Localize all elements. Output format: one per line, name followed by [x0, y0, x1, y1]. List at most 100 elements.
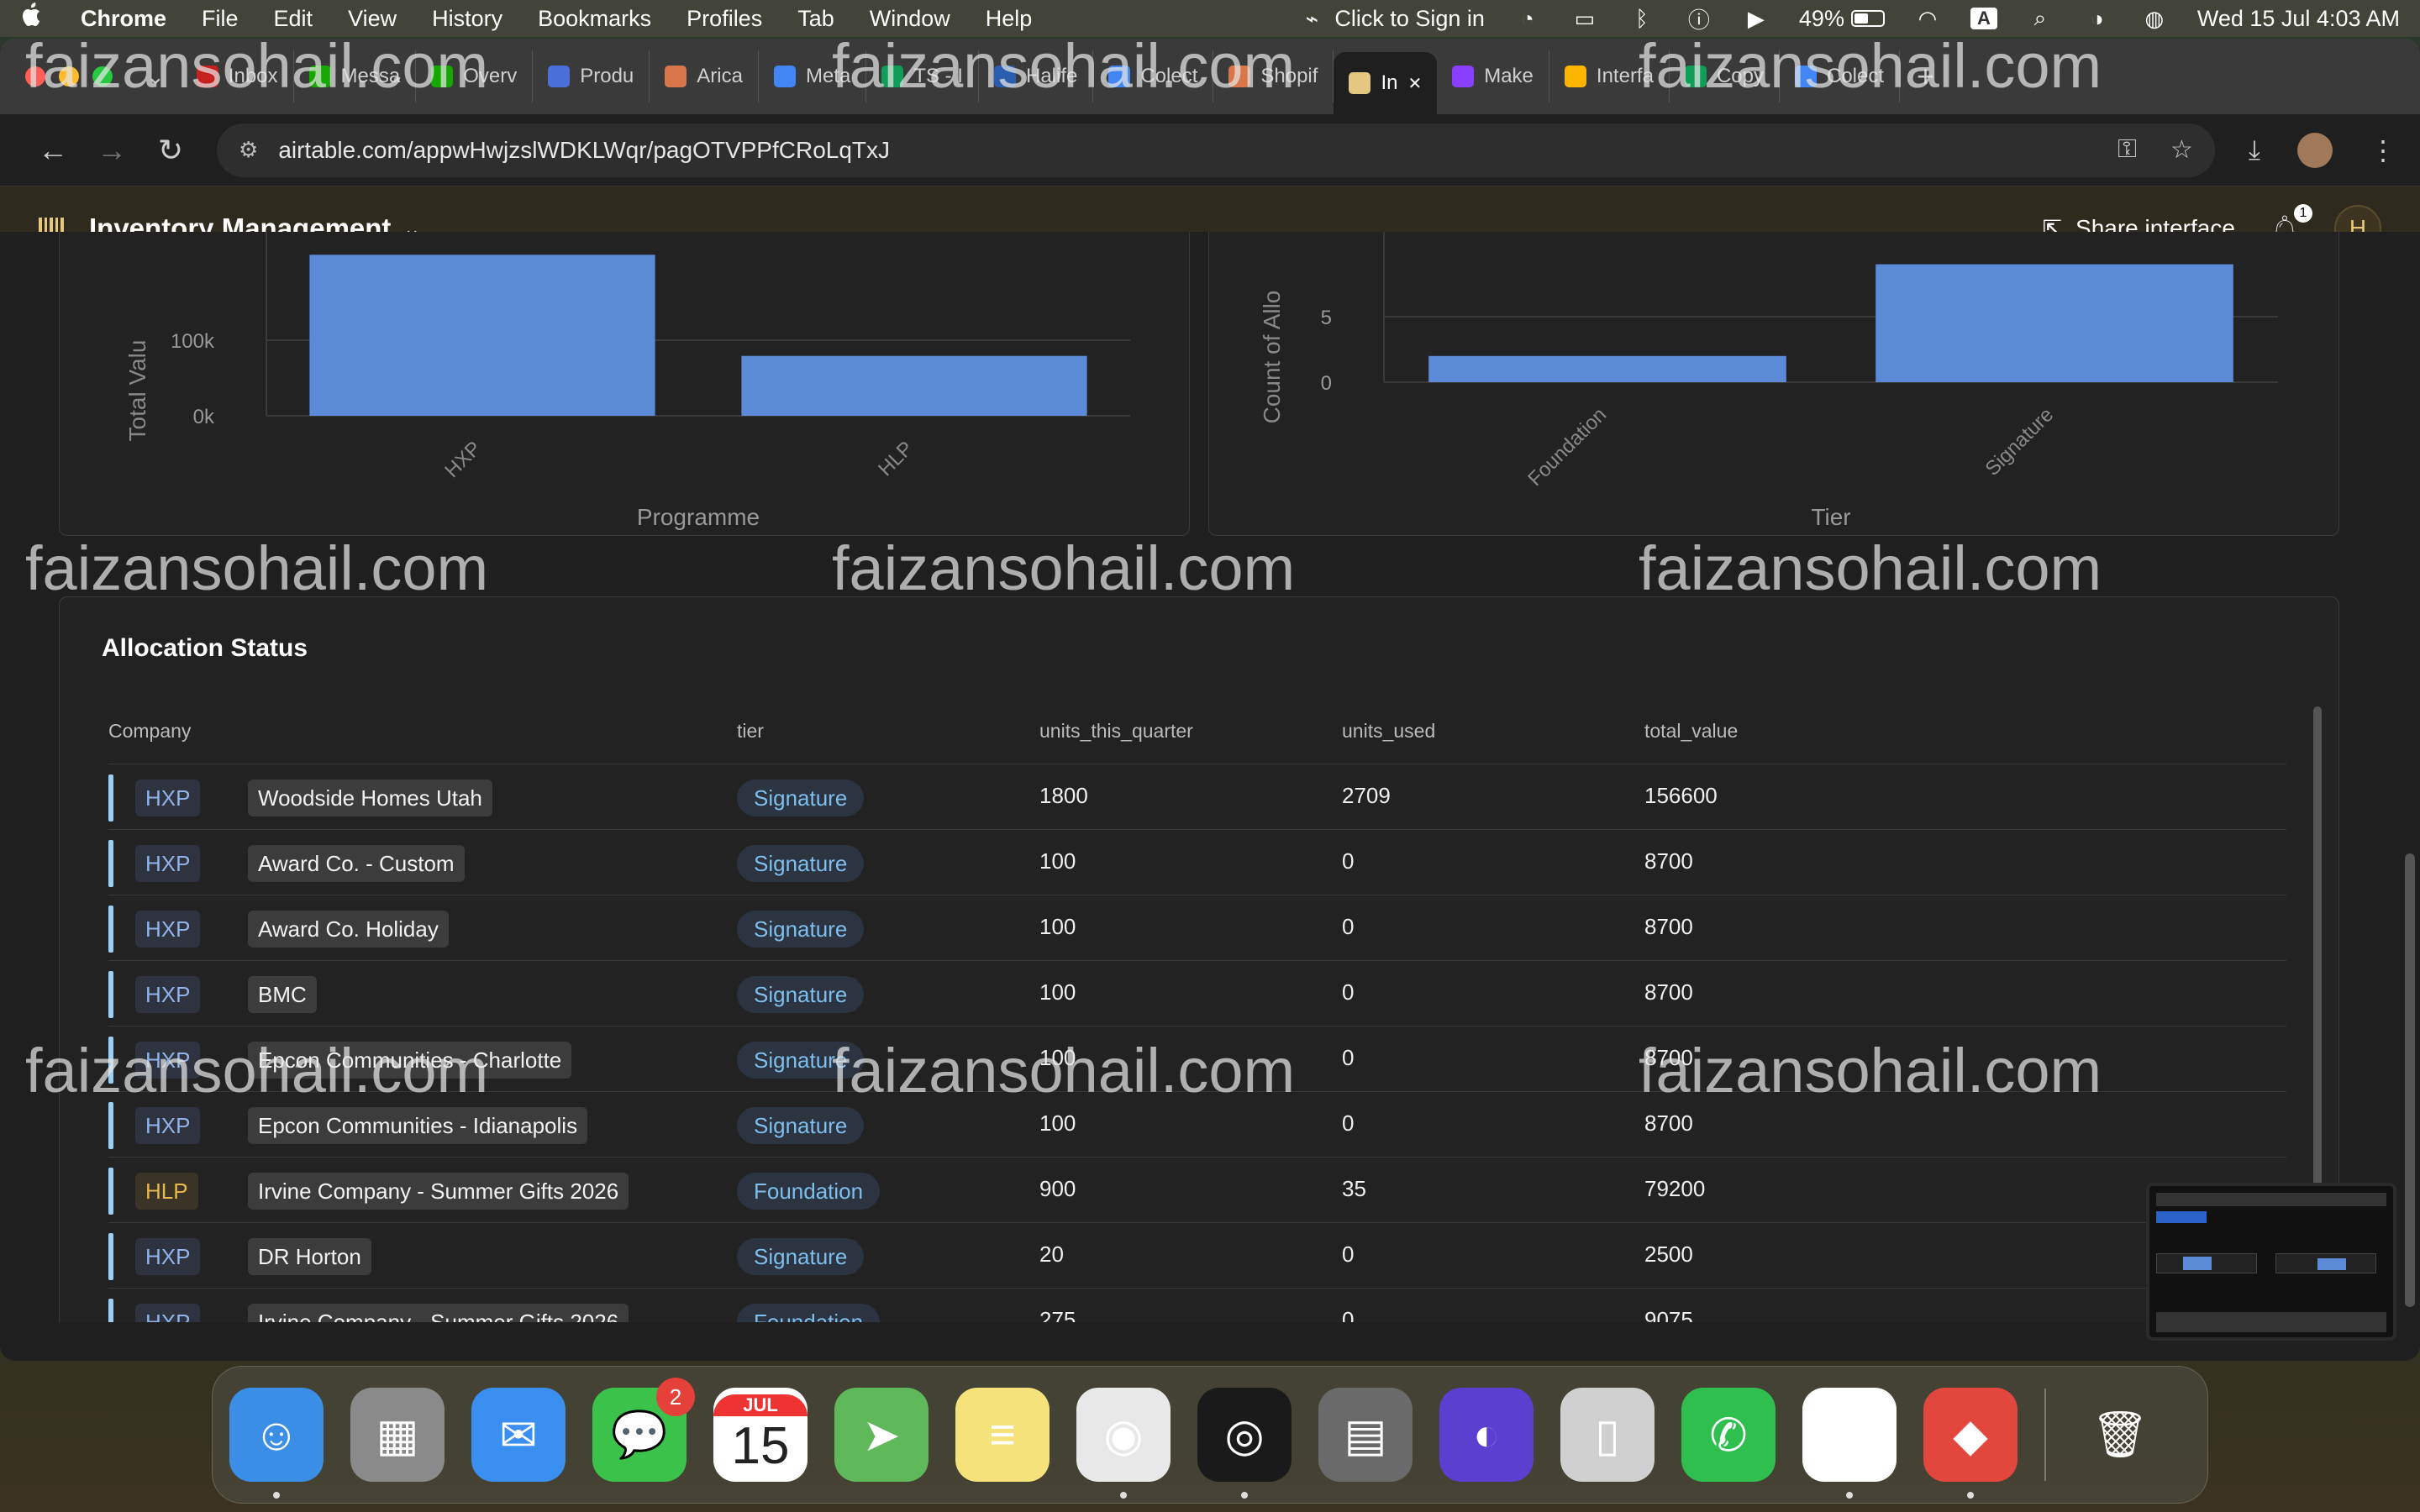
- apple-menu-icon[interactable]: [20, 2, 45, 35]
- whatsapp-icon[interactable]: ✆: [1681, 1388, 1776, 1482]
- mail-icon[interactable]: ✉: [471, 1388, 566, 1482]
- forward-button[interactable]: →: [82, 133, 141, 168]
- browser-tab[interactable]: Messa: [294, 50, 417, 102]
- wifi-icon[interactable]: ◠: [1913, 6, 1942, 31]
- siri-icon[interactable]: ◍: [2140, 6, 2169, 31]
- address-bar[interactable]: ⚙ airtable.com/appwHwjzslWDKLWqr/pagOTVP…: [217, 123, 2215, 177]
- zoom-window-button[interactable]: [92, 66, 113, 87]
- browser-tab[interactable]: Halife: [979, 50, 1094, 102]
- table-row[interactable]: HXP Epcon Communities - Charlotte Signatur…: [108, 1026, 2286, 1091]
- messages-icon[interactable]: 💬 2: [592, 1378, 695, 1482]
- calendar-icon[interactable]: JUL 15: [713, 1388, 808, 1482]
- menu-bookmarks[interactable]: Bookmarks: [538, 6, 651, 32]
- table-row[interactable]: HLP Irvine Company - Summer Gifts 2026 Fou…: [108, 1157, 2286, 1222]
- browser-tab[interactable]: Interfa: [1549, 50, 1670, 102]
- chrome-icon[interactable]: ◉: [1076, 1388, 1171, 1499]
- tab-search-icon[interactable]: ⌄: [146, 64, 165, 90]
- page-scrollbar[interactable]: [2405, 853, 2415, 1307]
- maps-icon[interactable]: ➤: [834, 1388, 929, 1482]
- menu-app-name[interactable]: Chrome: [81, 6, 166, 32]
- table-row[interactable]: HXP Woodside Homes Utah Signature 1800 2709 1…: [108, 764, 2286, 829]
- screen-time-icon[interactable]: ◔: [1513, 6, 1542, 31]
- launchpad-icon[interactable]: ▦: [350, 1388, 445, 1482]
- table-row[interactable]: HXP Award Co. - Custom Signature 100 0 8700: [108, 829, 2286, 895]
- company-name[interactable]: Woodside Homes Utah: [248, 780, 492, 816]
- display-icon[interactable]: ▭: [1570, 6, 1599, 31]
- site-info-icon[interactable]: ⚙: [239, 137, 258, 163]
- download-icon[interactable]: ⤓: [2249, 134, 2260, 166]
- menu-history[interactable]: History: [432, 6, 502, 32]
- browser-tab[interactable]: Make: [1437, 50, 1549, 102]
- column-header-units-used[interactable]: units_used: [1342, 720, 1435, 743]
- url-text[interactable]: airtable.com/appwHwjzslWDKLWqr/pagOTVPPf…: [278, 137, 890, 164]
- notes-icon[interactable]: ≡: [955, 1388, 1050, 1482]
- menu-help[interactable]: Help: [986, 6, 1033, 32]
- bar-hxp[interactable]: [309, 255, 655, 416]
- browser-tab[interactable]: Shopif: [1213, 50, 1334, 102]
- firefox-icon[interactable]: ◐: [1439, 1388, 1534, 1482]
- company-name[interactable]: DR Horton: [248, 1238, 371, 1275]
- spotify-icon[interactable]: ◎: [1197, 1388, 1292, 1499]
- browser-tab[interactable]: Meta: [759, 50, 867, 102]
- browser-tab[interactable]: TS - I: [866, 50, 979, 102]
- bar-signature[interactable]: [1876, 264, 2233, 382]
- close-window-button[interactable]: [25, 66, 45, 87]
- table-row[interactable]: HXP BMC Signature 100 0 8700: [108, 960, 2286, 1026]
- company-name[interactable]: BMC: [248, 976, 317, 1013]
- bar-hlp[interactable]: [741, 355, 1087, 416]
- anydesk-icon[interactable]: ◆: [1923, 1388, 2018, 1499]
- browser-tab[interactable]: Colect: [1780, 50, 1901, 102]
- company-name[interactable]: Epcon Communities - Idianapolis: [248, 1107, 588, 1144]
- spotlight-icon[interactable]: ⌕: [2026, 5, 2054, 30]
- browser-tab[interactable]: Copy: [1670, 50, 1780, 102]
- table-row[interactable]: HXP Epcon Communities - Idianapolis Signat…: [108, 1091, 2286, 1157]
- calculator-icon[interactable]: ▤: [1318, 1388, 1413, 1482]
- bar-foundation[interactable]: [1428, 355, 1786, 382]
- back-button[interactable]: ←: [24, 133, 82, 168]
- chrome-menu-icon[interactable]: ⋮: [2370, 134, 2396, 166]
- table-row[interactable]: HXP DR Horton Signature 20 0 2500: [108, 1222, 2286, 1288]
- company-name[interactable]: Award Co. - Custom: [248, 845, 465, 882]
- company-name[interactable]: Irvine Company - Summer Gifts 2026: [248, 1304, 629, 1322]
- close-tab-icon[interactable]: ✕: [1407, 73, 1422, 94]
- minimize-window-button[interactable]: [59, 66, 79, 87]
- company-name[interactable]: Award Co. Holiday: [248, 911, 449, 948]
- profile-avatar[interactable]: [2297, 132, 2333, 168]
- menubar-clock[interactable]: Wed 15 Jul 4:03 AM: [2197, 6, 2400, 32]
- battery-status[interactable]: 49%: [1799, 6, 1885, 32]
- bookmark-star-icon[interactable]: ☆: [2170, 135, 2193, 165]
- control-center-icon[interactable]: ◑: [2083, 6, 2112, 31]
- column-header-company[interactable]: Company: [108, 720, 191, 743]
- reload-button[interactable]: ↻: [141, 133, 200, 168]
- browser-tab[interactable]: In ✕: [1334, 52, 1438, 114]
- menu-edit[interactable]: Edit: [274, 6, 313, 32]
- column-header-units-this-quarter[interactable]: units_this_quarter: [1039, 720, 1193, 743]
- finder-icon[interactable]: ☺: [229, 1388, 324, 1499]
- menu-window[interactable]: Window: [870, 6, 950, 32]
- cast-status[interactable]: ⌁ Click to Sign in: [1297, 6, 1485, 32]
- accessibility-icon[interactable]: ⓘ: [1685, 7, 1713, 33]
- bluetooth-icon[interactable]: ᛒ: [1628, 6, 1656, 31]
- screenshot-thumbnail[interactable]: [2146, 1183, 2396, 1341]
- browser-tab[interactable]: Produ: [533, 50, 650, 102]
- password-key-icon[interactable]: ⚿: [2118, 135, 2137, 165]
- company-name[interactable]: Irvine Company - Summer Gifts 2026: [248, 1173, 629, 1210]
- menu-tab[interactable]: Tab: [797, 6, 834, 32]
- slack-icon[interactable]: ✱: [1802, 1388, 1897, 1499]
- input-source-icon[interactable]: A: [1970, 8, 1997, 29]
- table-row[interactable]: HXP Irvine Company - Summer Gifts 2026 Fou…: [108, 1288, 2286, 1322]
- browser-tab[interactable]: Inbox: [182, 50, 294, 102]
- menu-file[interactable]: File: [202, 6, 239, 32]
- company-name[interactable]: Epcon Communities - Charlotte: [248, 1042, 572, 1079]
- now-playing-icon[interactable]: ▶: [1742, 6, 1770, 31]
- new-tab-button[interactable]: +: [1917, 59, 1934, 94]
- table-row[interactable]: HXP Award Co. Holiday Signature 100 0 8700: [108, 895, 2286, 960]
- column-header-total-value[interactable]: total_value: [1644, 720, 1738, 743]
- column-header-tier[interactable]: tier: [737, 720, 764, 743]
- trash-icon[interactable]: 🗑: [2073, 1388, 2167, 1482]
- browser-tab[interactable]: Overv: [416, 50, 534, 102]
- browser-tab[interactable]: Arica: [650, 50, 759, 102]
- iphone-mirroring-icon[interactable]: ▯: [1560, 1388, 1655, 1482]
- menu-view[interactable]: View: [348, 6, 397, 32]
- browser-tab[interactable]: Colect: [1093, 50, 1214, 102]
